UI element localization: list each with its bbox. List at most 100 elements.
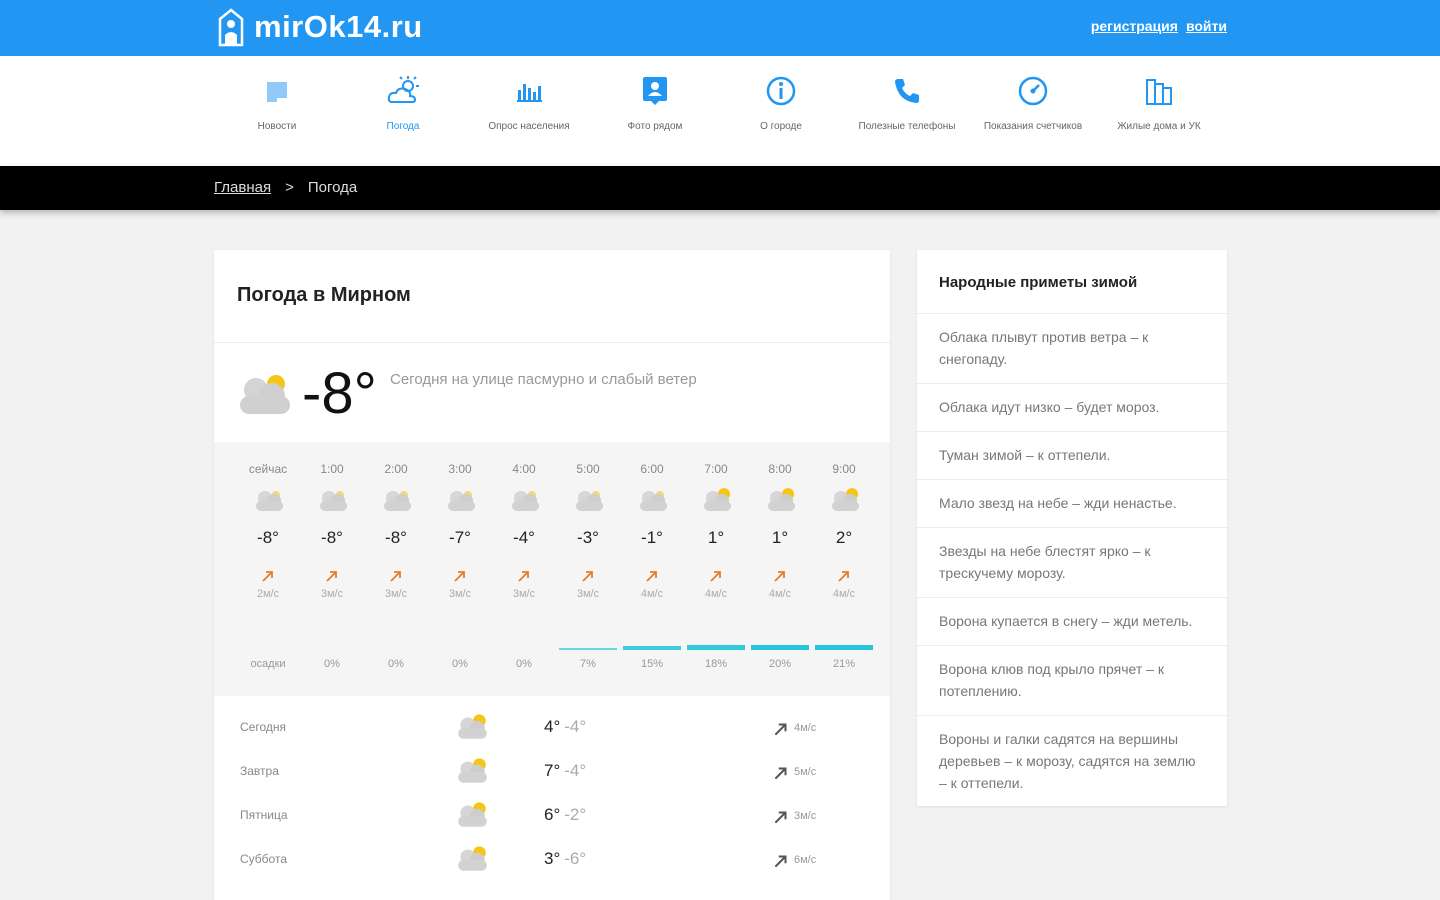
meter-icon — [1018, 76, 1048, 106]
phone-icon — [895, 79, 919, 103]
nav-item-6[interactable]: Показания счетчиков — [978, 74, 1088, 133]
logo-icon — [218, 8, 244, 47]
hourly-temp: -8° — [385, 528, 407, 547]
hourly-wind: 3м/с — [512, 588, 536, 600]
precip-bar — [623, 646, 681, 650]
hourly-temp: -8° — [321, 528, 343, 547]
folk-signs-title: Народные приметы зимой — [917, 250, 1227, 314]
hourly-time: сейчас — [248, 462, 288, 476]
partly-cloudy-icon — [458, 758, 487, 783]
current-temperature: -8° — [302, 361, 377, 426]
daily-row[interactable]: Пятница 6° -2° 3м/с — [214, 796, 890, 840]
hourly-wind: 2м/с — [256, 588, 280, 600]
cloud-icon — [384, 491, 411, 511]
wind-arrow-icon — [454, 571, 465, 582]
partly-cloudy-icon — [768, 488, 795, 511]
login-link[interactable]: войти — [1186, 18, 1227, 34]
folk-sign-item: Ворона клюв под крыло прячет – к потепле… — [917, 646, 1227, 716]
partly-cloudy-icon — [832, 488, 859, 511]
nav-item-label: Новости — [257, 121, 297, 132]
wind-arrow-icon — [774, 811, 787, 824]
folk-sign-item: Ворона купается в снегу – жди метель. — [917, 598, 1227, 646]
breadcrumb-home[interactable]: Главная — [214, 179, 271, 196]
daily-day: Завтра — [240, 764, 279, 778]
photo-icon — [643, 77, 667, 105]
wind-arrow-icon — [518, 571, 529, 582]
cloud-icon — [256, 491, 283, 511]
wind-arrow-icon — [710, 571, 721, 582]
hourly-time: 9:00 — [832, 462, 856, 476]
hourly-precip: 7% — [580, 658, 596, 670]
poll-chart-icon — [517, 84, 542, 102]
daily-wind: 5м/с — [794, 766, 817, 778]
partly-cloudy-icon — [458, 846, 487, 871]
wind-arrow-icon — [326, 571, 337, 582]
nav-item-label: Фото рядом — [627, 121, 683, 132]
daily-row[interactable]: Завтра 7° -4° 5м/с — [214, 752, 890, 796]
hourly-time: 5:00 — [576, 462, 600, 476]
daily-day: Пятница — [240, 808, 288, 822]
folk-sign-item: Звезды на небе блестят ярко – к трескуче… — [917, 528, 1227, 598]
partly-cloudy-icon — [458, 714, 487, 739]
daily-wind: 3м/с — [794, 810, 817, 822]
wind-arrow-icon — [262, 571, 273, 582]
nav-item-4[interactable]: О городе — [726, 74, 836, 133]
daily-row[interactable]: Суббота 3° -6° 6м/с — [214, 840, 890, 884]
hourly-temp: 1° — [771, 528, 789, 547]
partly-cloudy-icon — [458, 802, 487, 827]
daily-lo: -4° — [564, 717, 587, 736]
cloud-icon — [640, 491, 667, 511]
wind-arrow-icon — [838, 571, 849, 582]
hourly-precip: 0% — [452, 658, 468, 670]
partly-cloudy-icon — [240, 375, 290, 414]
daily-temp: 3° -6° — [544, 849, 586, 869]
hourly-time: 7:00 — [704, 462, 728, 476]
hourly-temp: 2° — [835, 528, 853, 547]
hourly-temp: -3° — [577, 528, 599, 547]
nav-item-label: Погода — [386, 121, 420, 132]
top-bar: mirOk14.ru регистрация войти — [0, 0, 1440, 56]
hourly-wind: 3м/с — [384, 588, 408, 600]
site-logo[interactable]: mirOk14.ru — [214, 7, 423, 47]
hourly-precip: 0% — [324, 658, 340, 670]
daily-hi: 6° — [544, 805, 561, 824]
daily-hi: 7° — [544, 761, 561, 780]
hourly-forecast[interactable]: осадки сейчас -8° 2м/с 1:00 -8° 3м/с 0% 2:00 -8°… — [214, 442, 890, 696]
register-link[interactable]: регистрация — [1091, 18, 1178, 34]
nav-item-5[interactable]: Полезные телефоны — [852, 74, 962, 133]
hourly-precip: 18% — [704, 658, 728, 670]
news-icon — [267, 82, 287, 102]
hourly-temp: -4° — [513, 528, 535, 547]
breadcrumb-current: Погода — [307, 179, 358, 196]
hourly-time: 1:00 — [320, 462, 344, 476]
nav-item-3[interactable]: Фото рядом — [600, 74, 710, 133]
hourly-wind: 3м/с — [448, 588, 472, 600]
precip-label: осадки — [250, 658, 286, 670]
nav-item-label: Полезные телефоны — [858, 121, 956, 132]
hourly-time: 6:00 — [640, 462, 664, 476]
buildings-icon — [1146, 79, 1172, 105]
nav-item-label: Показания счетчиков — [983, 121, 1083, 132]
cloud-icon — [576, 491, 603, 511]
folk-sign-item: Вороны и галки садятся на вершины деревь… — [939, 731, 1196, 791]
folk-sign-item: Туман зимой – к оттепели. — [917, 432, 1227, 480]
hourly-precip: 20% — [768, 658, 792, 670]
nav-item-1[interactable]: Погода — [348, 74, 458, 133]
hourly-time: 8:00 — [768, 462, 792, 476]
daily-lo: -6° — [564, 849, 587, 868]
hourly-time: 4:00 — [512, 462, 536, 476]
partly-cloudy-icon — [704, 488, 731, 511]
wind-arrow-icon — [582, 571, 593, 582]
nav-item-0[interactable]: Новости — [222, 74, 332, 133]
nav-item-2[interactable]: Опрос населения — [474, 74, 584, 133]
auth-links: регистрация войти — [1091, 18, 1227, 34]
daily-row[interactable]: Сегодня 4° -4° 4м/с — [214, 708, 890, 752]
nav-item-label: О городе — [760, 121, 802, 132]
precip-bar — [559, 648, 617, 650]
info-icon — [766, 76, 796, 106]
daily-wind: 4м/с — [794, 722, 817, 734]
nav-item-7[interactable]: Жилые дома и УК — [1104, 74, 1214, 133]
daily-temp: 4° -4° — [544, 717, 586, 737]
hourly-wind: 4м/с — [704, 588, 728, 600]
cloud-icon — [320, 491, 347, 511]
